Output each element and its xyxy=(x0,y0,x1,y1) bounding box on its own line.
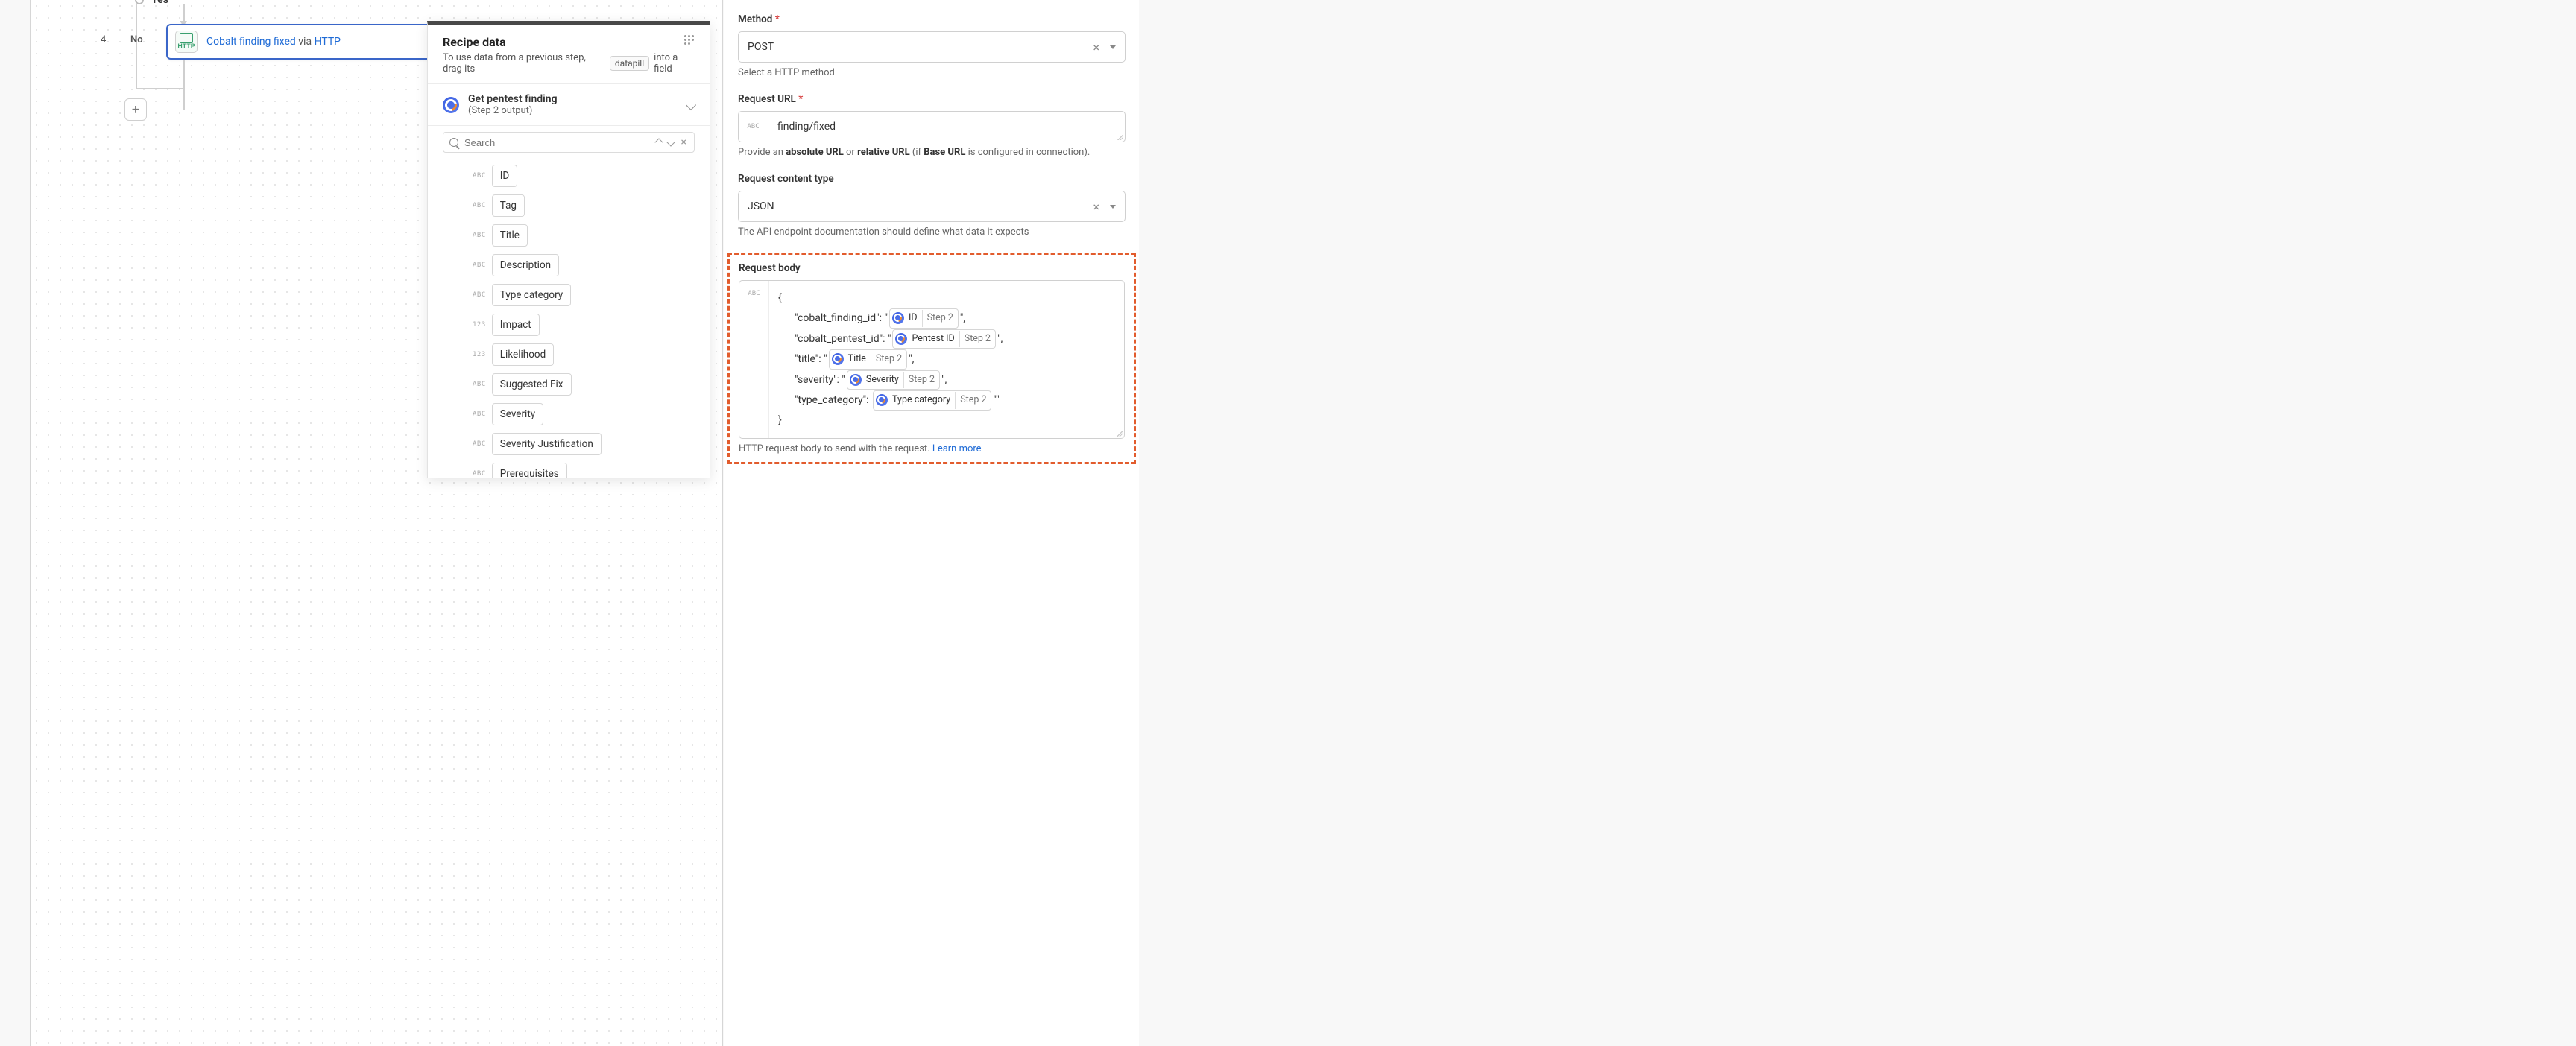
recipe-data-subtitle-post: into a field xyxy=(654,52,695,75)
clear-icon[interactable]: × xyxy=(1090,200,1102,214)
body-help: HTTP request body to send with the reque… xyxy=(739,443,1125,454)
body-line-close: } xyxy=(778,411,1115,430)
cobalt-icon xyxy=(443,97,459,113)
pill-type-badge: ABC xyxy=(473,381,486,388)
search-clear-icon[interactable]: × xyxy=(680,136,688,148)
search-prev-icon[interactable] xyxy=(654,138,663,146)
body-pill-type-category[interactable]: Type categoryStep 2 xyxy=(873,390,991,411)
pill-type-badge: ABC xyxy=(473,470,486,478)
content-type-value: JSON xyxy=(748,200,1082,212)
search-icon xyxy=(449,138,458,147)
pill-type-badge: 123 xyxy=(473,351,486,358)
method-select[interactable]: POST × xyxy=(738,31,1126,63)
drag-handle-icon[interactable] xyxy=(684,35,695,45)
body-line-open: { xyxy=(778,289,1115,308)
datapill-severity[interactable]: Severity xyxy=(492,403,543,425)
datapill-likelihood[interactable]: Likelihood xyxy=(492,343,554,366)
pill-type-badge: ABC xyxy=(473,202,486,209)
request-body-highlight: Request body ABC { "cobalt_finding_id": … xyxy=(727,253,1136,464)
cobalt-icon xyxy=(876,394,888,406)
flow-connector xyxy=(136,3,137,89)
branch-yes-label: Yes xyxy=(151,0,168,6)
body-pill-pentest-id[interactable]: Pentest IDStep 2 xyxy=(892,329,996,349)
datapill-description[interactable]: Description xyxy=(492,254,559,276)
branch-no-label: No xyxy=(130,34,143,45)
step-title-via: via xyxy=(298,36,312,48)
datapill-impact[interactable]: Impact xyxy=(492,314,540,336)
flow-connector xyxy=(136,88,183,89)
datapill-id[interactable]: ID xyxy=(492,165,518,187)
pill-type-badge: ABC xyxy=(473,172,486,180)
add-step-button[interactable]: + xyxy=(124,98,147,121)
type-badge-icon: ABC xyxy=(739,281,769,438)
http-connector-icon: HTTP xyxy=(175,31,198,53)
url-label: Request URL * xyxy=(738,93,1126,105)
datapill-severity-justification[interactable]: Severity Justification xyxy=(492,433,602,455)
body-pill-severity[interactable]: SeverityStep 2 xyxy=(847,370,940,390)
cobalt-icon xyxy=(832,353,844,365)
method-label: Method * xyxy=(738,13,1126,25)
pill-type-badge: ABC xyxy=(473,232,486,239)
datapill-type-category[interactable]: Type category xyxy=(492,284,571,306)
caret-down-icon xyxy=(1110,45,1116,49)
pill-type-badge: ABC xyxy=(473,291,486,299)
content-type-select[interactable]: JSON × xyxy=(738,191,1126,222)
content-type-help: The API endpoint documentation should de… xyxy=(738,226,1126,238)
step-output-toggle[interactable]: Get pentest finding (Step 2 output) xyxy=(428,84,710,126)
datapill-search-box: × xyxy=(443,132,695,153)
body-label: Request body xyxy=(739,262,1125,274)
body-line: "type_category": Type categoryStep 2"" xyxy=(778,390,1115,411)
datapill-prerequisites[interactable]: Prerequisites xyxy=(492,463,567,478)
method-value: POST xyxy=(748,41,1082,53)
pill-type-badge: ABC xyxy=(473,411,486,418)
step-config-panel: Method * POST × Select a HTTP method Req… xyxy=(724,0,1139,1046)
body-pill-title[interactable]: TitleStep 2 xyxy=(829,349,908,370)
type-badge-icon: ABC xyxy=(739,112,768,142)
url-input[interactable]: ABC finding/fixed xyxy=(738,111,1126,142)
recipe-flow-canvas[interactable]: Yes 4 No HTTP Cobalt finding fixed via H… xyxy=(30,0,723,1046)
cobalt-icon xyxy=(895,333,907,345)
resize-handle-icon[interactable] xyxy=(1117,134,1123,140)
datapill-search-input[interactable] xyxy=(464,137,650,148)
step-output-title: Get pentest finding xyxy=(468,93,678,105)
datapill-tag: datapill xyxy=(610,56,649,71)
content-type-label: Request content type xyxy=(738,173,1126,185)
caret-down-icon xyxy=(1110,205,1116,209)
url-help: Provide an absolute URL or relative URL … xyxy=(738,147,1126,158)
chevron-down-icon xyxy=(686,99,696,110)
step-title-http: HTTP xyxy=(315,36,341,48)
body-line: "cobalt_pentest_id": "Pentest IDStep 2", xyxy=(778,329,1115,349)
pill-type-badge: ABC xyxy=(473,262,486,269)
clear-icon[interactable]: × xyxy=(1090,40,1102,54)
step-title-link[interactable]: Cobalt finding fixed xyxy=(206,36,296,48)
body-pill-id[interactable]: IDStep 2 xyxy=(889,308,959,329)
step-output-sub: (Step 2 output) xyxy=(468,105,678,116)
recipe-data-panel: Recipe data To use data from a previous … xyxy=(427,21,710,478)
datapill-list: ABC ID ABC Tag ABC Title ABC Description ABC… xyxy=(428,159,710,478)
datapill-suggested-fix[interactable]: Suggested Fix xyxy=(492,373,572,396)
body-line: "cobalt_finding_id": "IDStep 2", xyxy=(778,308,1115,329)
pill-type-badge: ABC xyxy=(473,440,486,448)
datapill-title[interactable]: Title xyxy=(492,224,528,247)
datapill-tag[interactable]: Tag xyxy=(492,194,525,217)
resize-handle-icon[interactable] xyxy=(1117,431,1123,437)
step-number: 4 xyxy=(101,34,106,45)
body-line: "title": "TitleStep 2", xyxy=(778,349,1115,370)
url-value[interactable]: finding/fixed xyxy=(768,112,1125,142)
plus-icon: + xyxy=(132,102,139,118)
cobalt-icon xyxy=(892,312,904,324)
method-help: Select a HTTP method xyxy=(738,67,1126,78)
body-content[interactable]: { "cobalt_finding_id": "IDStep 2", "coba… xyxy=(769,281,1124,438)
recipe-data-title: Recipe data xyxy=(443,35,506,49)
body-line: "severity": "SeverityStep 2", xyxy=(778,370,1115,390)
cobalt-icon xyxy=(850,374,862,386)
recipe-data-subtitle-pre: To use data from a previous step, drag i… xyxy=(443,52,605,75)
pill-type-badge: 123 xyxy=(473,321,486,329)
search-next-icon[interactable] xyxy=(666,138,675,146)
learn-more-link[interactable]: Learn more xyxy=(932,443,982,454)
flow-connector xyxy=(183,60,185,110)
body-input[interactable]: ABC { "cobalt_finding_id": "IDStep 2", "… xyxy=(739,280,1125,439)
